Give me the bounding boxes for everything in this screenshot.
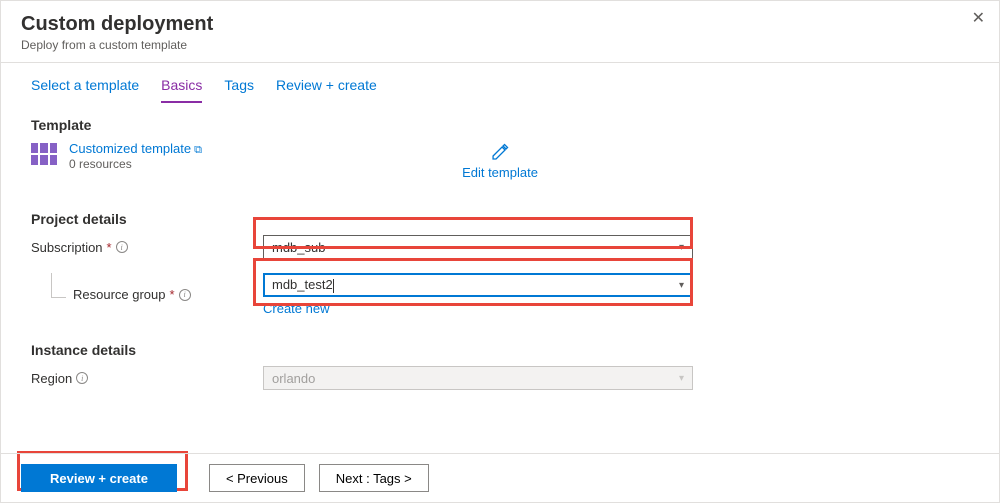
subscription-value: mdb_sub	[272, 240, 325, 255]
page-subtitle: Deploy from a custom template	[21, 38, 979, 52]
info-icon[interactable]: i	[116, 241, 128, 253]
edit-template-button[interactable]: Edit template	[462, 143, 538, 180]
resource-group-row: Resource group * i mdb_test2 ▾ Create ne…	[31, 273, 969, 316]
page-header: Custom deployment Deploy from a custom t…	[1, 1, 999, 63]
required-asterisk: *	[170, 287, 175, 302]
required-asterisk: *	[107, 240, 112, 255]
chevron-down-icon: ▾	[679, 280, 684, 291]
template-tiles-icon	[31, 143, 57, 165]
tab-select-template[interactable]: Select a template	[31, 77, 139, 103]
region-label: Region i	[31, 371, 263, 386]
next-button[interactable]: Next : Tags >	[319, 464, 429, 492]
subscription-select[interactable]: mdb_sub ▾	[263, 235, 693, 259]
subscription-row: Subscription * i mdb_sub ▾	[31, 235, 969, 259]
review-create-button[interactable]: Review + create	[21, 464, 177, 492]
info-icon[interactable]: i	[179, 289, 191, 301]
resource-group-value: mdb_test2	[272, 277, 334, 293]
close-icon[interactable]: ✕	[972, 11, 985, 27]
project-details-heading: Project details	[31, 211, 969, 227]
subscription-label: Subscription * i	[31, 240, 263, 255]
template-heading: Template	[31, 117, 969, 133]
tab-review-create[interactable]: Review + create	[276, 77, 377, 103]
tab-bar: Select a template Basics Tags Review + c…	[1, 63, 999, 103]
region-row: Region i orlando ▾	[31, 366, 969, 390]
form-content: Template Customized template⧉ 0 resource…	[1, 103, 999, 390]
resource-group-label: Resource group * i	[31, 287, 263, 302]
region-select: orlando ▾	[263, 366, 693, 390]
tab-basics[interactable]: Basics	[161, 77, 202, 103]
resource-group-select[interactable]: mdb_test2 ▾	[263, 273, 693, 297]
chevron-down-icon: ▾	[679, 373, 684, 384]
create-new-link[interactable]: Create new	[263, 301, 329, 316]
external-link-icon: ⧉	[194, 144, 202, 156]
footer-bar: Review + create < Previous Next : Tags >	[1, 453, 999, 502]
page-title: Custom deployment	[21, 13, 979, 36]
info-icon[interactable]: i	[76, 372, 88, 384]
previous-button[interactable]: < Previous	[209, 464, 305, 492]
region-value: orlando	[272, 371, 315, 386]
instance-details-heading: Instance details	[31, 342, 969, 358]
customized-template-link[interactable]: Customized template⧉	[69, 141, 202, 156]
tab-tags[interactable]: Tags	[224, 77, 254, 103]
chevron-down-icon: ▾	[679, 242, 684, 253]
pencil-icon	[491, 143, 509, 161]
edit-template-label: Edit template	[462, 165, 538, 180]
template-resources-count: 0 resources	[69, 157, 202, 171]
